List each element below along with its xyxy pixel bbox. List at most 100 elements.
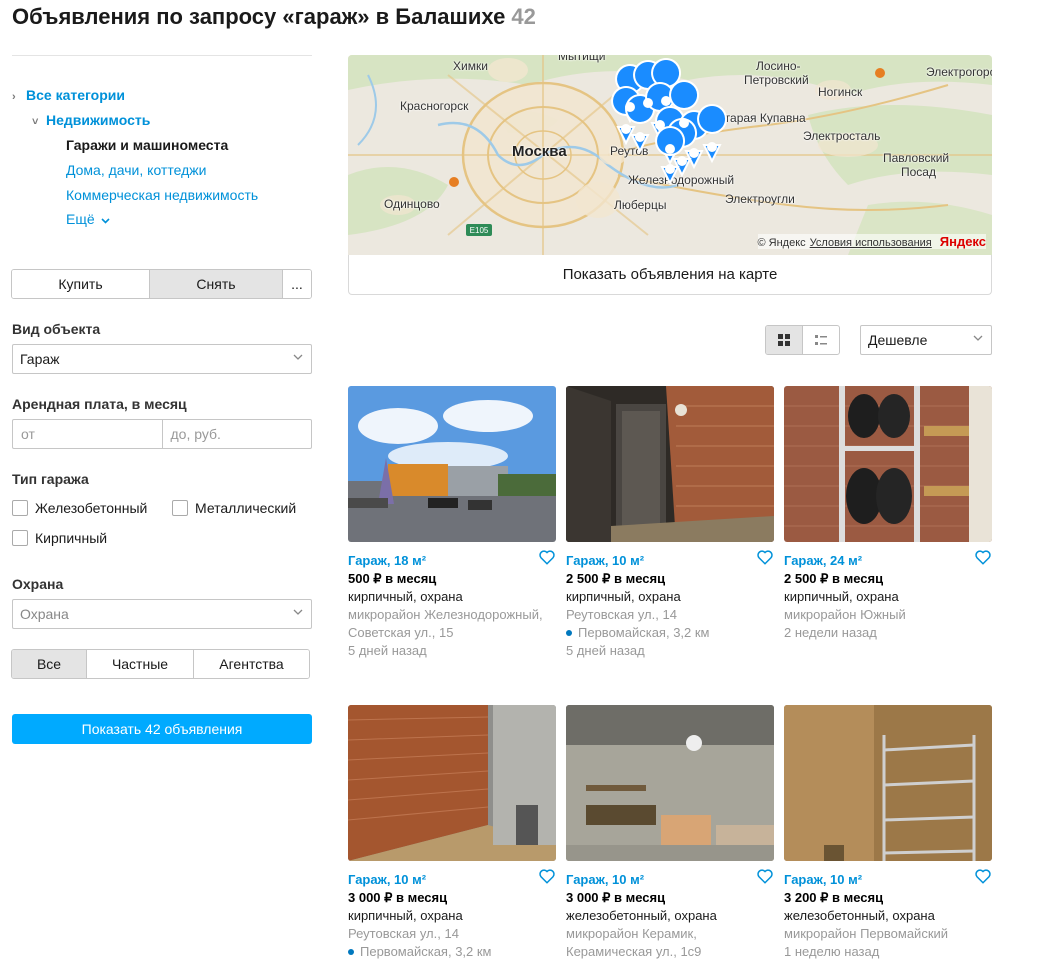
listing-price: 2 500 ₽ в месяц — [566, 571, 666, 586]
heart-icon[interactable] — [756, 867, 774, 885]
listing-photo[interactable] — [784, 386, 992, 542]
page-title-text: Объявления по запросу «гараж» в Балашихе — [12, 4, 506, 29]
listing-photo[interactable] — [566, 705, 774, 861]
checkbox-brick[interactable]: Кирпичный — [12, 530, 107, 546]
sort-select[interactable]: Дешевле — [860, 325, 992, 355]
listing-card[interactable]: Гараж, 24 м² 2 500 ₽ в месяц кирпичный, … — [784, 386, 992, 642]
price-to-input[interactable]: до, руб. — [163, 420, 312, 448]
heart-icon[interactable] — [756, 548, 774, 566]
listing-title[interactable]: Гараж, 10 м² — [784, 871, 992, 889]
listing-photo[interactable] — [566, 386, 774, 542]
listing-title[interactable]: Гараж, 10 м² — [348, 871, 556, 889]
yandex-logo: Яндекс — [939, 234, 986, 249]
map-copyright: © Яндекс Условия использования Яндекс — [757, 234, 986, 249]
listing-photo[interactable] — [784, 705, 992, 861]
show-results-button[interactable]: Показать 42 объявления — [12, 714, 312, 744]
listing-address: микрорайон Южный — [784, 607, 906, 622]
sort-value: Дешевле — [868, 332, 928, 348]
more-deal-button[interactable]: ... — [283, 270, 311, 298]
listing-card[interactable]: Гараж, 10 м² 3 000 ₽ в месяц железобетон… — [566, 705, 774, 961]
listing-card[interactable]: Гараж, 10 м² 3 000 ₽ в месяц кирпичный, … — [348, 705, 556, 961]
security-placeholder: Охрана — [20, 606, 69, 622]
listing-params: железобетонный, охрана — [784, 908, 935, 923]
category-houses[interactable]: Дома, дачи, коттеджи — [66, 162, 206, 178]
listing-params: кирпичный, охрана — [784, 589, 899, 604]
rent-button[interactable]: Снять — [150, 270, 283, 298]
checkbox-brick-label: Кирпичный — [35, 530, 108, 546]
seller-agency-button[interactable]: Агентства — [194, 650, 309, 678]
listing-photo[interactable] — [348, 705, 556, 861]
heart-icon[interactable] — [974, 548, 992, 566]
security-select[interactable]: Охрана — [12, 599, 312, 629]
listing-price: 3 000 ₽ в месяц — [566, 890, 666, 905]
listing-params: кирпичный, охрана — [566, 589, 681, 604]
map-terms-link[interactable]: Условия использования — [810, 237, 932, 249]
map-pin-icon — [655, 126, 686, 186]
category-current: Гаражи и машиноместа — [66, 137, 229, 153]
seller-private-button[interactable]: Частные — [87, 650, 194, 678]
listing-date: 1 неделю назад — [784, 944, 880, 959]
price-from-input[interactable]: от — [13, 420, 163, 448]
category-more[interactable]: Ещё — [66, 211, 110, 227]
chevron-down-icon — [973, 335, 983, 341]
checkbox-concrete[interactable]: Железобетонный — [12, 500, 147, 516]
buy-button[interactable]: Купить — [12, 270, 150, 298]
category-all-label: Все категории — [26, 87, 125, 103]
checkbox-box[interactable] — [172, 500, 188, 516]
listing-address: микрорайон Керамик, Керамическая ул., 1с… — [566, 926, 702, 959]
listing-price: 2 500 ₽ в месяц — [784, 571, 884, 586]
listing-card[interactable]: Гараж, 10 м² 2 500 ₽ в месяц кирпичный, … — [566, 386, 774, 660]
checkbox-metal[interactable]: Металлический — [172, 500, 296, 516]
listing-metro: Первомайская, 3,2 км — [348, 943, 556, 961]
checkbox-box[interactable] — [12, 500, 28, 516]
deal-type-switch: Купить Снять ... — [11, 269, 312, 299]
listing-title[interactable]: Гараж, 10 м² — [566, 552, 774, 570]
map[interactable]: E105 Химки Мытищи Лосино- Петровский Эле… — [348, 55, 992, 255]
object-type-select[interactable]: Гараж — [12, 344, 312, 374]
map-copyright-text: © Яндекс — [757, 237, 806, 249]
category-more-label: Ещё — [66, 211, 95, 227]
listing-title[interactable]: Гараж, 18 м² — [348, 552, 556, 570]
listing-metro-text: Первомайская, 3,2 км — [578, 625, 710, 640]
sidebar-divider — [12, 55, 312, 56]
listing-title[interactable]: Гараж, 10 м² — [566, 871, 774, 889]
listing-card[interactable]: Гараж, 10 м² 3 200 ₽ в месяц железобетон… — [784, 705, 992, 961]
category-realty-label: Недвижимость — [46, 112, 151, 128]
listing-price: 500 ₽ в месяц — [348, 571, 437, 586]
category-all[interactable]: › Все категории — [12, 87, 125, 103]
price-range: от до, руб. — [12, 419, 312, 449]
map-pins — [611, 58, 728, 186]
listing-title[interactable]: Гараж, 24 м² — [784, 552, 992, 570]
checkbox-metal-label: Металлический — [195, 500, 297, 516]
chevron-down-icon — [293, 354, 303, 360]
object-type-label: Вид объекта — [12, 321, 101, 337]
listing-params: кирпичный, охрана — [348, 589, 463, 604]
category-realty[interactable]: ˅ Недвижимость — [32, 112, 150, 128]
chevron-down-icon — [293, 609, 303, 615]
metro-dot-icon — [566, 629, 572, 636]
object-type-value: Гараж — [20, 351, 60, 367]
chevron-down-icon — [100, 218, 110, 224]
heart-icon[interactable] — [538, 548, 556, 566]
listing-address: микрорайон Железнодорожный, Советская ул… — [348, 607, 543, 640]
heart-icon[interactable] — [974, 867, 992, 885]
listing-photo[interactable] — [348, 386, 556, 542]
show-on-map-button[interactable]: Показать объявления на карте — [348, 255, 992, 295]
listing-address: микрорайон Первомайский — [784, 926, 949, 941]
results-count: 42 — [511, 4, 536, 29]
list-view-button[interactable] — [803, 326, 839, 354]
checkbox-concrete-label: Железобетонный — [35, 500, 148, 516]
category-commercial[interactable]: Коммерческая недвижимость — [66, 187, 258, 203]
listing-date: 2 недели назад — [784, 625, 877, 640]
chevron-down-icon: ˅ — [32, 116, 39, 128]
grid-view-button[interactable] — [766, 326, 803, 354]
seller-all-button[interactable]: Все — [12, 650, 87, 678]
security-label: Охрана — [12, 576, 64, 592]
listing-address: Реутовская ул., 14 — [566, 607, 677, 622]
listing-card[interactable]: Гараж, 18 м² 500 ₽ в месяц кирпичный, ох… — [348, 386, 556, 660]
listing-metro: Первомайская, 3,2 км — [566, 624, 774, 642]
heart-icon[interactable] — [538, 867, 556, 885]
listing-price: 3 200 ₽ в месяц — [784, 890, 884, 905]
seller-type-switch: Все Частные Агентства — [11, 649, 310, 679]
checkbox-box[interactable] — [12, 530, 28, 546]
